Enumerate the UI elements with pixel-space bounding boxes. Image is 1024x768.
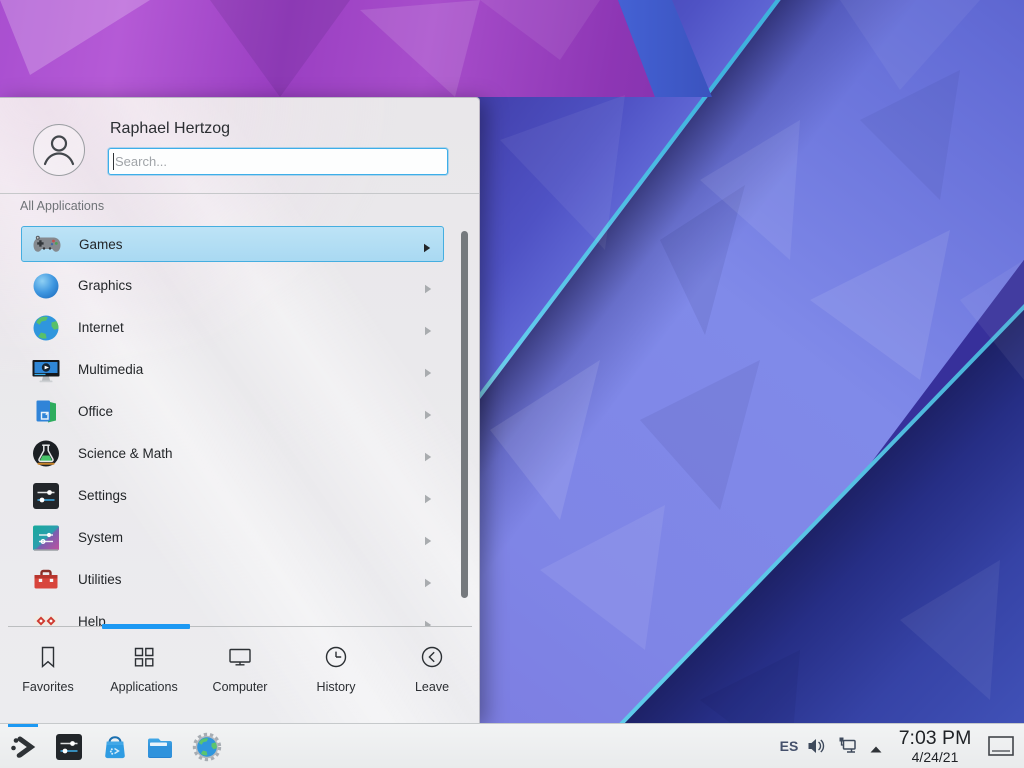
tab-label: Favorites [0, 680, 96, 694]
leave-circle-icon [419, 644, 445, 674]
wallpaper-purple-band [0, 0, 1024, 97]
submenu-arrow-icon [424, 533, 432, 551]
category-row-system[interactable]: System [21, 520, 444, 556]
web-browser-button[interactable] [191, 731, 223, 763]
user-name: Raphael Hertzog [110, 120, 230, 138]
launcher-tab-bar: Favorites Applications Computer History [0, 626, 480, 724]
active-task-indicator [8, 724, 38, 727]
tab-label: Leave [384, 680, 480, 694]
text-caret [113, 153, 114, 170]
tab-leave[interactable]: Leave [384, 638, 480, 694]
globe-gear-icon [191, 731, 223, 763]
network-icon[interactable] [838, 736, 858, 761]
clock-date: 4/24/21 [891, 749, 979, 765]
category-label: Help [78, 604, 106, 626]
gamepad-icon [31, 228, 63, 260]
system-settings-button[interactable] [53, 731, 85, 763]
clock-time: 7:03 PM [891, 728, 979, 749]
folder-icon [144, 731, 176, 763]
tab-label: History [288, 680, 384, 694]
digital-clock[interactable]: 7:03 PM 4/24/21 [891, 728, 979, 765]
tab-label: Computer [192, 680, 288, 694]
discover-button[interactable] [99, 731, 131, 763]
kickoff-icon [8, 731, 40, 763]
category-label: Science & Math [78, 436, 173, 472]
desktop: Raphael Hertzog All Applications Games [0, 0, 1024, 768]
tab-applications[interactable]: Applications [96, 638, 192, 694]
header-separator [0, 193, 479, 194]
computer-monitor-icon [227, 644, 253, 674]
file-manager-button[interactable] [144, 731, 176, 763]
user-avatar[interactable] [33, 124, 85, 176]
category-label: Office [78, 394, 113, 430]
tab-computer[interactable]: Computer [192, 638, 288, 694]
application-launcher-button[interactable] [8, 731, 40, 763]
system-settings-icon [53, 731, 85, 763]
wallpaper-streak [0, 0, 1024, 97]
category-row-settings[interactable]: Settings [21, 478, 444, 514]
category-row-internet[interactable]: Internet [21, 310, 444, 346]
category-label: Games [79, 227, 123, 263]
settings-sliders-icon [30, 480, 62, 512]
category-label: Internet [78, 310, 124, 346]
submenu-arrow-icon [424, 617, 432, 626]
search-input[interactable] [108, 148, 448, 175]
category-row-office[interactable]: Office [21, 394, 444, 430]
bookmark-icon [35, 644, 61, 674]
submenu-arrow-icon [424, 491, 432, 509]
application-launcher-menu: Raphael Hertzog All Applications Games [0, 97, 480, 723]
taskbar-panel: ES 7:03 PM 4/24/21 [0, 723, 1024, 768]
app-grid-icon [131, 644, 157, 674]
scrollbar[interactable] [461, 231, 468, 598]
submenu-arrow-icon [424, 449, 432, 467]
multimedia-monitor-icon [30, 354, 62, 386]
submenu-arrow-icon [424, 323, 432, 341]
submenu-arrow-icon [424, 575, 432, 593]
category-row-games[interactable]: Games [21, 226, 444, 262]
sphere-icon [30, 270, 62, 302]
submenu-arrow-icon [424, 281, 432, 299]
category-label: Multimedia [78, 352, 143, 388]
history-clock-icon [323, 644, 349, 674]
category-row-multimedia[interactable]: Multimedia [21, 352, 444, 388]
category-label: Utilities [78, 562, 122, 598]
help-icon [30, 606, 62, 626]
desktop-rect-icon [988, 736, 1014, 756]
category-row-science-math[interactable]: Science & Math [21, 436, 444, 472]
active-tab-indicator [102, 624, 190, 629]
category-row-help[interactable]: Help [21, 604, 444, 626]
tab-favorites[interactable]: Favorites [0, 638, 96, 694]
system-sliders-icon [30, 522, 62, 554]
tab-history[interactable]: History [288, 638, 384, 694]
office-documents-icon [30, 396, 62, 428]
tab-label: Applications [96, 680, 192, 694]
category-row-utilities[interactable]: Utilities [21, 562, 444, 598]
expand-tray-icon[interactable] [869, 741, 883, 759]
category-label: System [78, 520, 123, 556]
category-label: Graphics [78, 268, 132, 304]
show-desktop-button[interactable] [988, 736, 1014, 756]
category-label: Settings [78, 478, 127, 514]
tabbar-separator [8, 626, 472, 627]
science-flask-icon [30, 438, 62, 470]
user-icon [35, 126, 83, 174]
utilities-toolbox-icon [30, 564, 62, 596]
category-list: Games Graphics [0, 223, 480, 626]
volume-icon[interactable] [806, 736, 826, 761]
section-label: All Applications [20, 199, 104, 213]
globe-icon [30, 312, 62, 344]
submenu-arrow-icon [424, 407, 432, 425]
submenu-arrow-icon [424, 365, 432, 383]
submenu-arrow-icon [423, 240, 431, 258]
discover-bag-icon [99, 731, 131, 763]
keyboard-layout-indicator[interactable]: ES [776, 738, 802, 754]
category-row-graphics[interactable]: Graphics [21, 268, 444, 304]
